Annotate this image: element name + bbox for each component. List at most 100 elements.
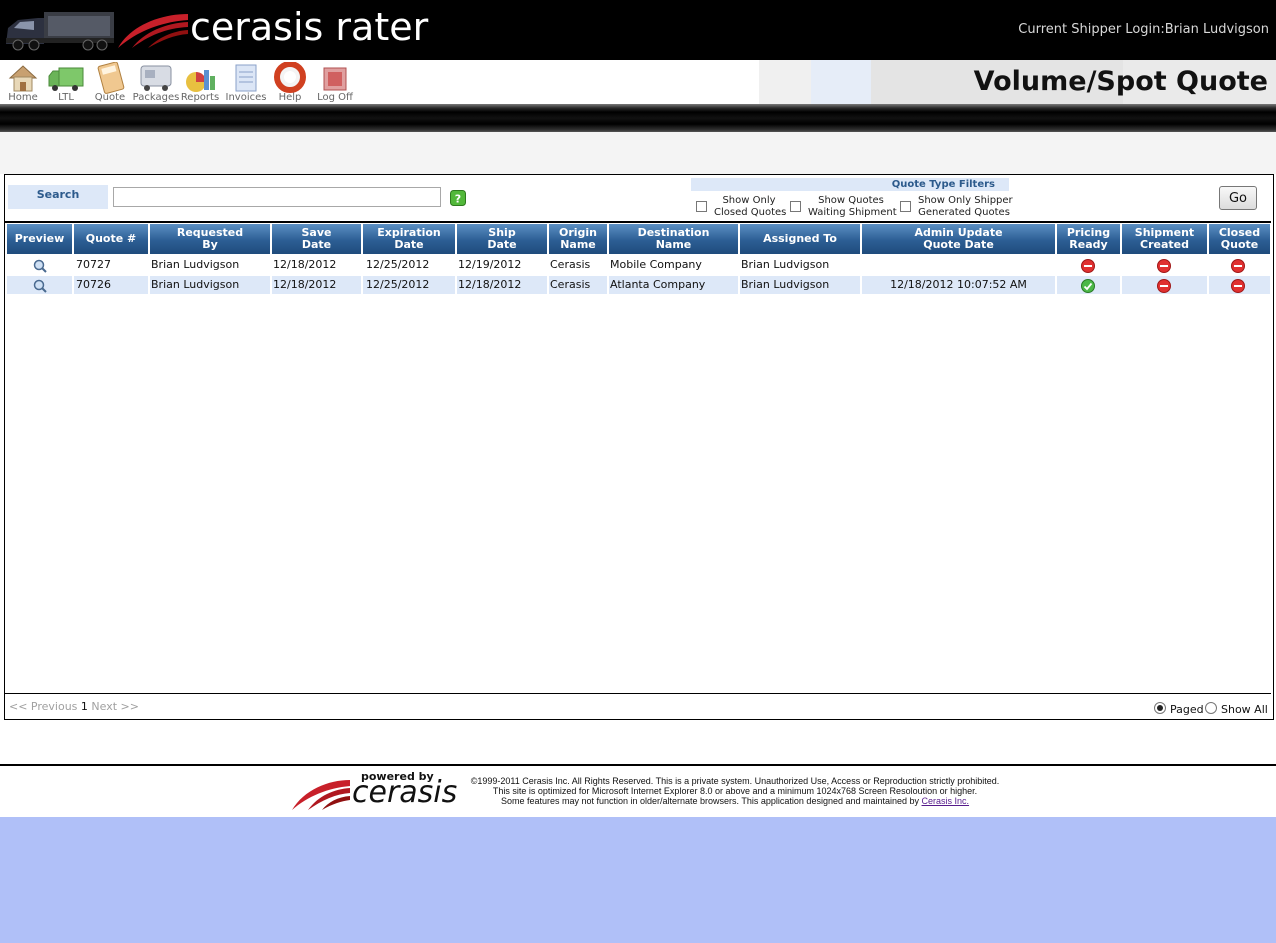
admin-update-date: 12/18/2012 10:07:52 AM [890,278,1027,291]
shipment-not-created-icon [1157,258,1171,273]
column-header-text: Preview [14,232,65,245]
column-header-text: Ready [1069,238,1108,251]
cerasis-swoosh-icon [110,8,192,52]
column-header-pricing-ready[interactable]: Pricing Ready [1057,224,1120,254]
powered-by-brand: cerasis [352,775,458,810]
destination-name: Mobile Company [610,258,702,271]
expiration-date: 12/25/2012 [366,258,430,271]
show-closed-quotes-checkbox[interactable] [696,201,707,212]
page-background-fill [0,817,1276,943]
search-label: Search [8,185,108,209]
column-header-quote-number[interactable]: Quote # [74,224,148,254]
quote-not-closed-icon [1231,258,1245,273]
page-title: Volume/Spot Quote [973,66,1268,97]
column-header-expiration-date[interactable]: Expiration Date [363,224,455,254]
home-icon [8,65,38,92]
requested-by: Brian Ludvigson [151,278,240,291]
column-header-ship-date[interactable]: Ship Date [457,224,547,254]
column-header-text: Name [560,238,596,251]
paged-label: Paged [1170,703,1204,716]
filter-label-line: Show Quotes [818,195,884,206]
footer-line-text: Some features may not function in older/… [500,796,920,806]
footer-legal-text: ©1999-2011 Cerasis Inc. All Rights Reser… [470,776,1000,806]
column-header-text: Name [655,238,692,251]
packages-truck-icon [140,65,172,91]
header-separator [0,104,1276,132]
column-header-save-date[interactable]: Save Date [272,224,361,254]
footer-line: ©1999-2011 Cerasis Inc. All Rights Reser… [470,776,1000,786]
current-login-info: Current Shipper Login:Brian Ludvigson [1018,22,1269,37]
show-all-label: Show All [1221,703,1268,716]
origin-name: Cerasis [550,278,591,291]
column-header-text: Date [487,238,517,251]
preview-magnifier-icon[interactable] [33,258,47,277]
pager-divider [5,693,1271,694]
search-help-icon[interactable]: ? [450,190,466,206]
invoices-icon [235,64,257,92]
filter-label-line: Show Only Shipper [918,195,1013,206]
column-header-text: Quote # [85,232,137,245]
footer-line: This site is optimized for Microsoft Int… [492,786,978,796]
search-input[interactable] [113,187,441,207]
column-header-text: Quote [1220,238,1259,251]
filter-label-line: Show Only [722,195,776,206]
column-header-text: Quote Date [923,238,994,251]
column-header-closed-quote[interactable]: Closed Quote [1209,224,1270,254]
quote-number[interactable]: 70726 [74,276,111,294]
ship-date: 12/19/2012 [458,258,522,271]
column-header-text: Assigned To [763,232,837,245]
destination-name: Atlanta Company [610,278,706,291]
truck-logo-icon [4,8,116,52]
column-header-preview[interactable]: Preview [7,224,72,254]
app-logo-text: cerasis rater [190,5,429,49]
filter-label: Show Quotes Waiting Shipment [808,195,897,219]
column-header-text: Created [1140,238,1189,251]
paged-radio[interactable] [1154,702,1166,714]
column-header-shipment-created[interactable]: Shipment Created [1122,224,1207,254]
column-header-destination-name[interactable]: Destination Name [609,224,738,254]
filter-label-line: Closed Quotes [714,207,787,218]
reports-chart-icon [186,70,215,92]
spacer-band [0,132,1276,174]
save-date: 12/18/2012 [273,258,337,271]
show-shipper-generated-checkbox[interactable] [900,201,911,212]
assigned-to: Brian Ludvigson [741,278,830,291]
column-header-text: Date [301,238,332,251]
previous-page-link[interactable]: << Previous [9,700,77,713]
truck-icon [48,67,84,91]
column-header-requested-by[interactable]: Requested By [150,224,270,254]
filter-label-line: Waiting Shipment [808,207,897,218]
column-header-assigned-to[interactable]: Assigned To [740,224,860,254]
ship-date: 12/18/2012 [458,278,522,291]
filter-label: Show Only Closed Quotes [714,195,787,219]
quote-type-filters-title: Quote Type Filters [691,178,1009,191]
radio-dot [1157,705,1163,711]
expiration-date: 12/25/2012 [366,278,430,291]
current-page: 1 [80,700,88,713]
shipment-not-created-icon [1157,278,1171,293]
go-button[interactable]: Go [1219,186,1257,210]
next-page-link[interactable]: Next >> [91,700,139,713]
column-header-admin-update[interactable]: Admin Update Quote Date [862,224,1055,254]
filter-label-line: Generated Quotes [918,207,1010,218]
show-all-radio[interactable] [1205,702,1217,714]
column-header-text: Date [394,238,424,251]
footer-line: Some features may not function in older/… [470,796,1000,806]
cerasis-swoosh-icon [288,776,352,816]
quote-number[interactable]: 70727 [74,256,111,274]
column-header-origin-name[interactable]: Origin Name [549,224,607,254]
admin-update-date [862,256,1055,274]
show-waiting-shipment-checkbox[interactable] [790,201,801,212]
pricing-not-ready-icon [1081,258,1095,273]
calculator-icon [97,62,125,94]
lifebuoy-icon [274,62,306,93]
requested-by: Brian Ludvigson [151,258,240,271]
pricing-ready-check-icon [1081,278,1095,293]
svg-text:?: ? [455,193,461,206]
quote-not-closed-icon [1231,278,1245,293]
nav-log-off[interactable]: Log Off [312,60,358,104]
assigned-to: Brian Ludvigson [741,258,830,271]
preview-magnifier-icon[interactable] [33,278,47,297]
cerasis-inc-link[interactable]: Cerasis Inc. [922,796,970,806]
table-divider [5,221,1271,223]
